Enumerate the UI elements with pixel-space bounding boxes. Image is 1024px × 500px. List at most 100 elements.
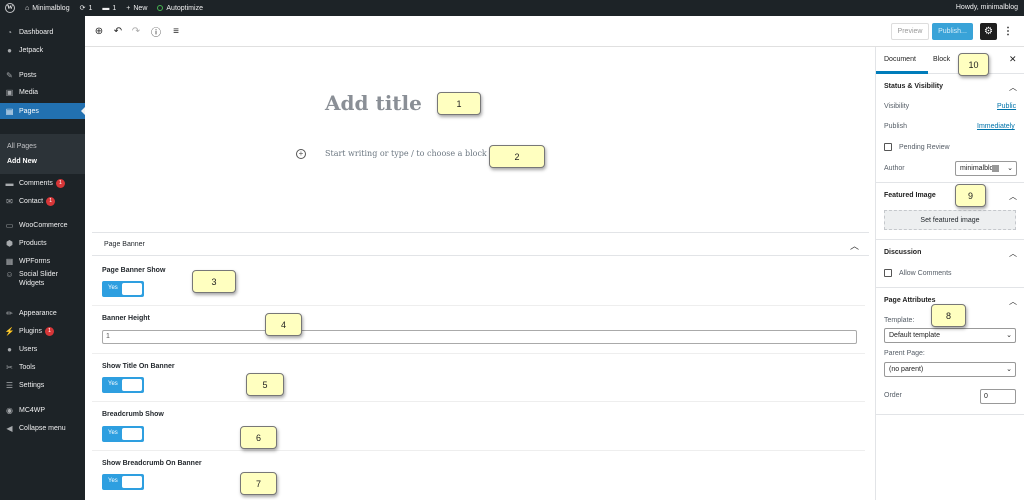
publish-date-link[interactable]: Immediately	[977, 123, 1015, 130]
chevron-down-icon: ⌄	[1006, 366, 1012, 373]
chevron-up-icon[interactable]: ︿	[1009, 82, 1017, 93]
post-title-input[interactable]: Add title	[325, 91, 422, 115]
brush-icon: ✏	[6, 308, 13, 318]
author-select[interactable]: minimalblog ⌄	[955, 161, 1017, 176]
submenu-all-pages[interactable]: All Pages	[7, 143, 37, 150]
comment-icon: ▬	[102, 4, 110, 12]
chevron-up-icon[interactable]: ︿	[850, 239, 859, 252]
publish-button[interactable]: Publish...	[932, 23, 973, 40]
chevron-up-icon[interactable]: ︿	[1009, 191, 1017, 202]
callout-marker: 10	[958, 53, 989, 76]
menu-comments[interactable]: ▬ Comments 1	[0, 175, 85, 191]
status-visibility-heading[interactable]: Status & Visibility	[884, 83, 943, 90]
menu-collapse[interactable]: ◀ Collapse menu	[0, 420, 85, 436]
gear-icon[interactable]: ⚙	[980, 23, 997, 40]
menu-appearance[interactable]: ✏ Appearance	[0, 305, 85, 321]
template-select[interactable]: Default template ⌄	[884, 328, 1016, 343]
comments-link[interactable]: ▬ 1	[102, 5, 116, 12]
menu-tools[interactable]: ✂ Tools	[0, 359, 85, 375]
avatar	[992, 165, 999, 172]
divider	[92, 353, 865, 354]
pending-review-checkbox[interactable]	[884, 143, 892, 151]
admin-sidebar: ◔ Dashboard ● Jetpack ✎ Posts ▣ Media ▤ Pages…	[0, 16, 85, 500]
discussion-heading[interactable]: Discussion	[884, 249, 921, 256]
menu-comments-spacer	[0, 159, 85, 175]
visibility-link[interactable]: Public	[997, 103, 1016, 110]
divider	[92, 450, 865, 451]
featured-image-heading[interactable]: Featured Image	[884, 192, 936, 199]
menu-jetpack[interactable]: ● Jetpack	[0, 42, 85, 58]
menu-woocommerce[interactable]: ▭ WooCommerce	[0, 217, 85, 233]
menu-users[interactable]: ● Users	[0, 341, 85, 357]
allow-comments-label: Allow Comments	[899, 270, 952, 277]
menu-dashboard[interactable]: ◔ Dashboard	[0, 24, 85, 40]
account-greeting[interactable]: Howdy, minimalblog	[956, 4, 1018, 11]
site-name-link[interactable]: ⌂ Minimalblog	[25, 5, 70, 12]
more-options-icon[interactable]: ⋮	[1003, 24, 1013, 39]
tab-document[interactable]: Document	[884, 56, 916, 63]
divider	[92, 305, 865, 306]
default-block-appender[interactable]: Start writing or type / to choose a bloc…	[325, 149, 487, 158]
template-label: Template:	[884, 317, 915, 324]
menu-plugins[interactable]: ⚡ Plugins 1	[0, 323, 85, 339]
show-breadcrumb-toggle[interactable]: Yes	[102, 474, 144, 490]
menu-contact[interactable]: ✉ Contact 1	[0, 193, 85, 209]
chevron-up-icon[interactable]: ︿	[1009, 248, 1017, 259]
media-icon: ▣	[5, 87, 14, 97]
breadcrumb-show-toggle[interactable]: Yes	[102, 426, 144, 442]
close-icon[interactable]: ✕	[1009, 54, 1017, 65]
page-attributes-heading[interactable]: Page Attributes	[884, 297, 935, 304]
callout-marker: 5	[246, 373, 284, 396]
author-label: Author	[884, 165, 905, 172]
field-label: Page Banner Show	[102, 267, 166, 274]
pin-icon: ✎	[6, 70, 13, 80]
toggle-knob	[122, 476, 142, 488]
admin-bar: W ⌂ Minimalblog ⟳ 1 ▬ 1 + New Autoptimiz…	[0, 0, 1024, 16]
outline-icon[interactable]: ≡	[170, 25, 182, 37]
sliders-icon: ☰	[5, 380, 14, 390]
banner-height-input[interactable]: 1	[102, 330, 857, 344]
metabox-header[interactable]: Page Banner ︿	[92, 232, 869, 256]
order-label: Order	[884, 392, 902, 399]
info-icon[interactable]: ⓘ	[150, 25, 162, 39]
active-tab-indicator	[876, 71, 928, 74]
pending-review-label: Pending Review	[899, 144, 950, 151]
comments-badge: 1	[55, 178, 65, 188]
metabox-title: Page Banner	[104, 241, 145, 248]
menu-mc4wp[interactable]: ◉ MC4WP	[0, 402, 85, 418]
order-input[interactable]: 0	[980, 389, 1016, 404]
autoptimize-link[interactable]: Autoptimize	[157, 5, 203, 12]
redo-icon[interactable]: ↷	[130, 25, 142, 37]
menu-media[interactable]: ▣ Media	[0, 84, 85, 100]
add-block-icon[interactable]: ⊕	[93, 25, 105, 37]
new-content-link[interactable]: + New	[126, 5, 147, 12]
preview-button[interactable]: Preview	[891, 23, 929, 40]
mail-icon: ✉	[6, 196, 13, 206]
menu-products[interactable]: ⬢ Products	[0, 235, 85, 251]
contact-badge: 1	[46, 196, 56, 206]
page-banner-show-toggle[interactable]: Yes	[102, 281, 144, 297]
field-label: Banner Height	[102, 315, 150, 322]
callout-marker: 9	[955, 184, 986, 207]
chevron-up-icon[interactable]: ︿	[1009, 296, 1017, 307]
allow-comments-checkbox[interactable]	[884, 269, 892, 277]
show-title-toggle[interactable]: Yes	[102, 377, 144, 393]
home-icon: ⌂	[25, 4, 30, 12]
updates-link[interactable]: ⟳ 1	[80, 4, 93, 13]
parent-page-select[interactable]: (no parent) ⌄	[884, 362, 1016, 377]
menu-wpforms[interactable]: ▦ WPForms	[0, 253, 85, 269]
toggle-knob	[122, 283, 142, 295]
menu-social-slider[interactable]: ☺ Social Slider Widgets	[0, 270, 85, 292]
gauge-icon: ◔	[7, 27, 12, 37]
menu-pages[interactable]: ▤ Pages	[0, 103, 85, 119]
callout-marker: 7	[240, 472, 277, 495]
inserter-plus-icon[interactable]: +	[296, 149, 306, 159]
mc4wp-icon: ◉	[6, 405, 13, 415]
chevron-down-icon: ⌄	[1007, 165, 1013, 172]
menu-posts[interactable]: ✎ Posts	[0, 67, 85, 83]
tab-block[interactable]: Block	[933, 56, 950, 63]
set-featured-image-button[interactable]: Set featured image	[884, 210, 1016, 230]
undo-icon[interactable]: ↶	[112, 25, 124, 37]
wordpress-logo-icon[interactable]: W	[5, 3, 15, 13]
menu-settings[interactable]: ☰ Settings	[0, 377, 85, 393]
